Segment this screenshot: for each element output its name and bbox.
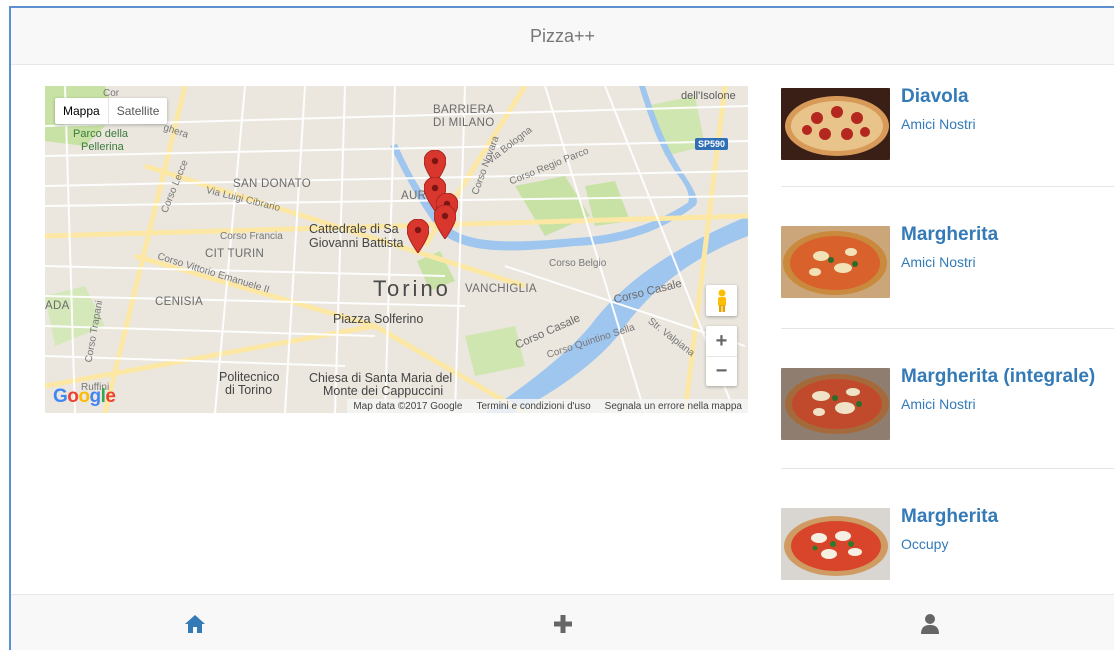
pizza-thumbnail[interactable] — [781, 88, 890, 160]
pizza-image — [781, 508, 890, 580]
app-title: Pizza++ — [529, 25, 596, 46]
map-label: BARRIERA — [433, 104, 495, 116]
home-icon — [184, 614, 205, 633]
list-item[interactable]: Margherita (integrale) Amici Nostri — [781, 329, 1114, 469]
tab-profile[interactable] — [746, 595, 1114, 650]
map-label: Corso Francia — [220, 231, 283, 242]
navbar: Pizza++ — [11, 8, 1114, 65]
map-label: VANCHIGLIA — [465, 283, 537, 295]
map-label-city: Torino — [373, 276, 451, 301]
map-label: ADA — [45, 300, 70, 312]
map-label: Corso Belgio — [549, 258, 607, 269]
list-item[interactable]: Margherita Amici Nostri — [781, 187, 1114, 329]
pizza-place[interactable]: Amici Nostri — [901, 254, 976, 270]
map-label: Politecnico — [219, 370, 280, 384]
map-label: di Torino — [225, 383, 273, 397]
map-label: Cattedrale di Sa — [309, 222, 399, 236]
road-shield: SP590 — [695, 138, 729, 150]
plus-icon — [553, 614, 572, 633]
google-logo[interactable]: Google — [53, 386, 116, 408]
pizza-place[interactable]: Amici Nostri — [901, 396, 976, 412]
map-label: Parco della — [73, 128, 129, 140]
user-icon — [921, 613, 940, 634]
map-label: CIT TURIN — [205, 248, 265, 260]
map-type-map-button[interactable]: Mappa — [55, 98, 108, 124]
map-label: Chiesa di Santa Maria del — [309, 371, 453, 385]
map-label: CENISIA — [155, 296, 204, 308]
list-item[interactable]: Margherita Occupy — [781, 469, 1114, 609]
zoom-in-button[interactable]: + — [706, 326, 737, 356]
tab-home[interactable] — [11, 595, 379, 650]
tab-add[interactable] — [379, 595, 747, 650]
list-item[interactable]: Diavola Amici Nostri — [781, 85, 1114, 187]
bottom-tab-bar — [11, 594, 1114, 650]
map-data-credit: Map data ©2017 Google — [353, 400, 463, 412]
pizza-name[interactable]: Margherita — [901, 506, 998, 528]
zoom-control: + − — [706, 326, 737, 386]
pizza-thumbnail[interactable] — [781, 226, 890, 298]
map-label: Cor — [103, 88, 120, 99]
pizza-image — [781, 226, 890, 298]
map-label: SAN DONATO — [233, 178, 311, 190]
map-label: dell'Isolone — [681, 90, 736, 102]
map[interactable]: Mappa Satellite Cor Parco della Pellerin… — [45, 86, 748, 413]
pizza-place[interactable]: Amici Nostri — [901, 116, 976, 132]
street-view-pegman[interactable] — [706, 285, 737, 316]
map-label: Piazza Solferino — [333, 312, 424, 326]
map-type-satellite-button[interactable]: Satellite — [107, 98, 168, 124]
pizza-name[interactable]: Margherita — [901, 224, 998, 246]
pizza-image — [781, 88, 890, 160]
map-type-control: Mappa Satellite — [55, 98, 168, 124]
map-marker[interactable] — [434, 205, 456, 239]
pizza-thumbnail[interactable] — [781, 368, 890, 440]
pegman-icon — [717, 289, 726, 312]
pizza-place[interactable]: Occupy — [901, 536, 948, 552]
app-frame: Pizza++ Mappa Satellite Cor Parco della … — [9, 6, 1114, 650]
pizza-thumbnail[interactable] — [781, 508, 890, 580]
pizza-name[interactable]: Margherita (integrale) — [901, 366, 1095, 388]
pizza-list: Diavola Amici Nostri Margherita Amici No… — [781, 85, 1114, 609]
map-attribution: Map data ©2017 Google Termini e condizio… — [347, 399, 748, 413]
map-label: Giovanni Battista — [309, 236, 404, 250]
zoom-out-button[interactable]: − — [706, 356, 737, 386]
map-label: Monte dei Cappuccini — [323, 384, 444, 398]
map-label: DI MILANO — [433, 117, 495, 129]
map-report-link[interactable]: Segnala un errore nella mappa — [605, 401, 742, 412]
map-terms-link[interactable]: Termini e condizioni d'uso — [476, 401, 590, 412]
pizza-image — [781, 368, 890, 440]
map-marker[interactable] — [407, 219, 429, 253]
pizza-name[interactable]: Diavola — [901, 86, 969, 108]
map-label: Pellerina — [81, 141, 124, 153]
